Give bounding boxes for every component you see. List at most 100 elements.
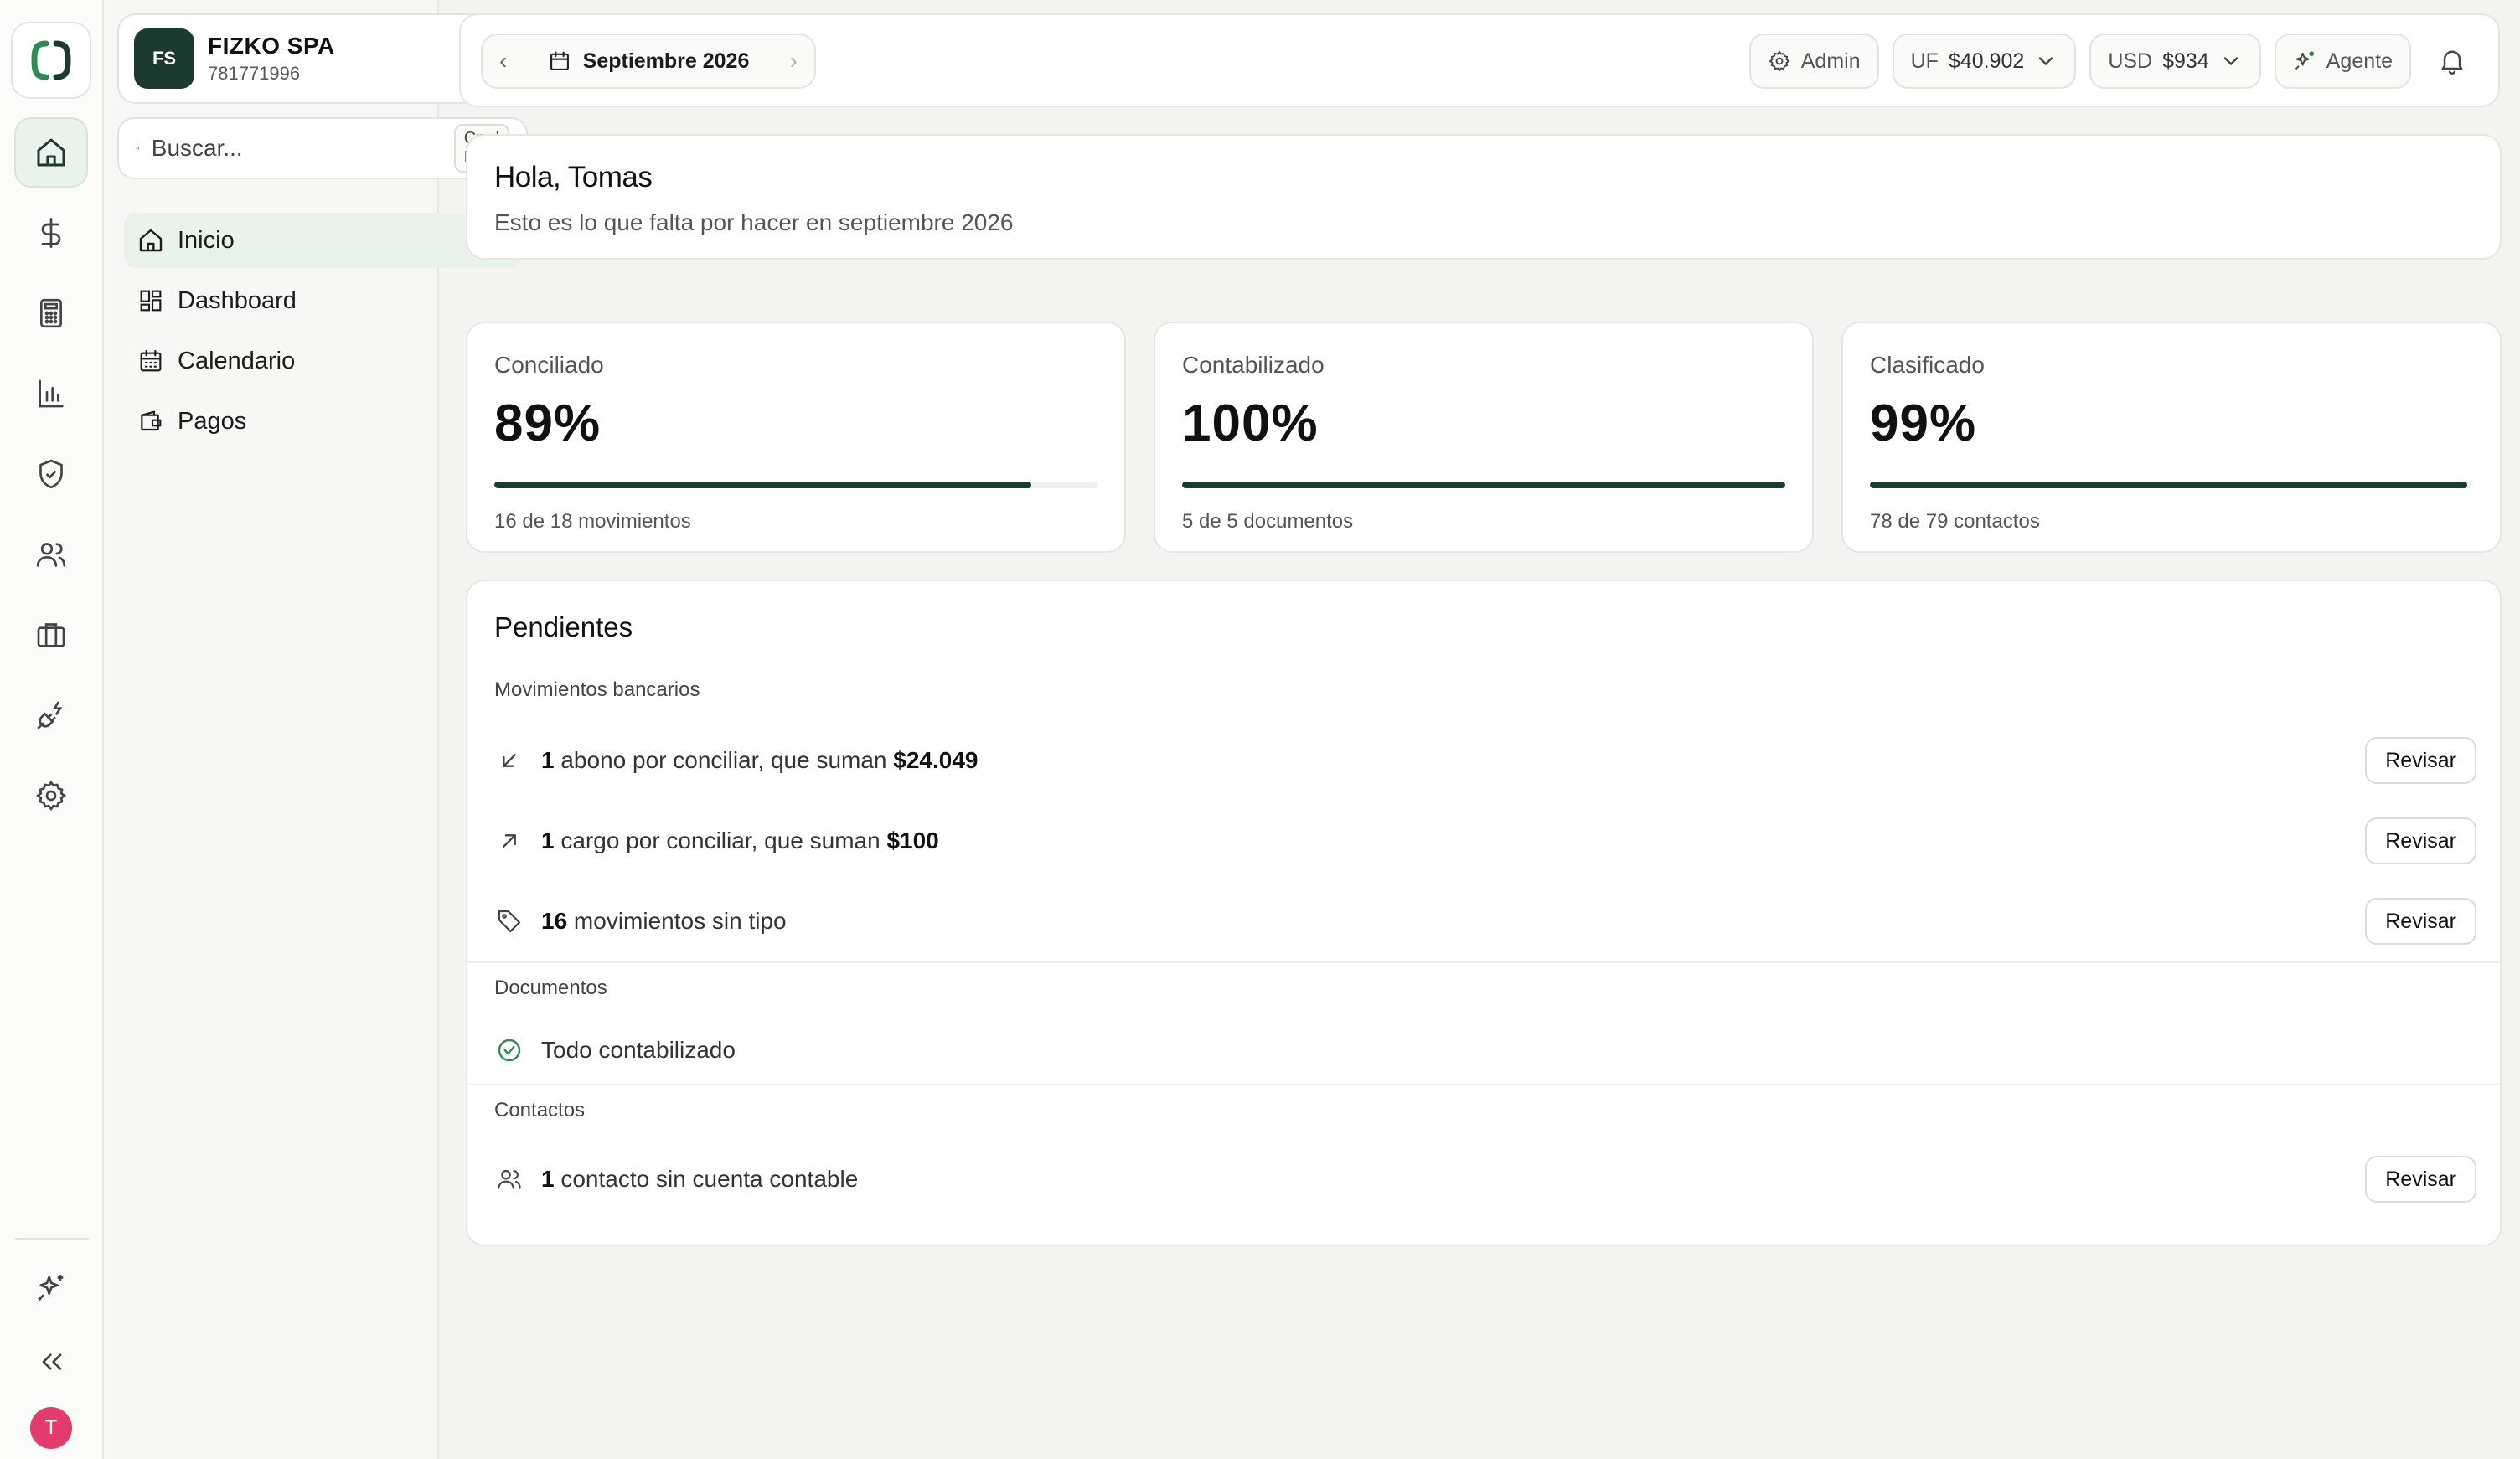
- collapse-sidebar-button[interactable]: [15, 1327, 89, 1397]
- plug-icon: [37, 701, 63, 730]
- logo-icon: [31, 40, 71, 80]
- usd-value: $934: [2162, 49, 2209, 73]
- arrow-up-right-icon: [503, 834, 516, 848]
- agent-label: Agente: [2326, 49, 2393, 73]
- sidebar-item-label: Calendario: [178, 347, 296, 374]
- review-button[interactable]: Revisar: [2365, 1156, 2476, 1203]
- progress-bar: [1870, 482, 2473, 488]
- pending-row-text: 1 cargo por conciliar, que suman $100: [541, 827, 939, 853]
- pending-row-text: 16 movimientos sin tipo: [541, 908, 787, 934]
- calendar-icon: [140, 349, 162, 372]
- dollar-icon: [41, 218, 61, 248]
- stat-footer: 78 de 79 contactos: [1870, 510, 2040, 533]
- rail-home-button[interactable]: [14, 117, 88, 188]
- stat-value: 89%: [494, 394, 602, 452]
- section-label-bancarios: Movimientos bancarios: [494, 678, 700, 701]
- icon-rail: T: [0, 0, 104, 1459]
- search-input[interactable]: [151, 135, 454, 162]
- progress-fill: [1182, 482, 1785, 488]
- sidebar-item-label: Inicio: [178, 226, 235, 254]
- pending-title: Pendientes: [494, 611, 633, 642]
- section-label-contactos: Contactos: [494, 1099, 586, 1121]
- home-icon: [139, 229, 163, 252]
- progress-bar: [1182, 482, 1785, 488]
- rail-business-button[interactable]: [14, 600, 88, 670]
- review-button[interactable]: Revisar: [2365, 898, 2476, 945]
- pending-row-sin-tipo: 16 movimientos sin tipo Revisar: [494, 894, 2476, 948]
- stat-card-conciliado: Conciliado 89% 16 de 18 movimientos: [466, 322, 1126, 553]
- tag-icon: [498, 910, 521, 933]
- pending-row-text: 1 contacto sin cuenta contable: [541, 1166, 859, 1192]
- pending-row-contacto: 1 contacto sin cuenta contable Revisar: [494, 1152, 2476, 1206]
- gear-icon: [35, 780, 67, 812]
- section-label-documentos: Documentos: [494, 977, 607, 999]
- section-divider: [467, 1084, 2500, 1085]
- section-divider: [467, 961, 2500, 963]
- stat-label: Clasificado: [1870, 352, 1985, 378]
- uf-indicator[interactable]: UF $40.902: [1892, 34, 2077, 89]
- chevron-down-icon: [2039, 57, 2053, 66]
- uf-label: UF: [1910, 49, 1939, 73]
- role-button[interactable]: Admin: [1748, 34, 1879, 89]
- pending-row-documentos: Todo contabilizado: [494, 1023, 2476, 1077]
- sparkles-icon: [38, 1275, 64, 1302]
- rail-calculator-button[interactable]: [14, 278, 88, 348]
- pending-row-text: 1 abono por conciliar, que suman $24.049: [541, 747, 979, 773]
- rail-contacts-button[interactable]: [14, 519, 88, 590]
- stat-label: Conciliado: [494, 352, 604, 378]
- pending-row-cargo: 1 cargo por conciliar, que suman $100 Re…: [494, 814, 2476, 868]
- search-icon: [136, 147, 140, 150]
- rail-ai-button[interactable]: [15, 1253, 89, 1323]
- documents-status: Todo contabilizado: [541, 1037, 736, 1063]
- bar-chart-icon: [39, 379, 64, 408]
- home-icon: [37, 138, 65, 167]
- review-button[interactable]: Revisar: [2365, 737, 2476, 784]
- previous-month-button[interactable]: ‹: [499, 48, 507, 75]
- bell-icon: [2441, 50, 2463, 75]
- user-avatar[interactable]: T: [30, 1407, 72, 1449]
- chevron-down-icon: [2223, 57, 2238, 66]
- stat-footer: 5 de 5 documentos: [1182, 510, 1354, 533]
- stat-card-clasificado: Clasificado 99% 78 de 79 contactos: [1841, 322, 2502, 553]
- main-content: ‹ Septiembre 2026 › Admin UF $40.902 USD…: [441, 0, 2520, 1459]
- greeting-subtitle: Esto es lo que falta por hacer en septie…: [494, 209, 1014, 235]
- progress-fill: [1870, 482, 2467, 488]
- progress-bar: [494, 482, 1097, 488]
- stat-label: Contabilizado: [1182, 352, 1325, 378]
- pending-card: Pendientes Movimientos bancarios 1 abono…: [466, 580, 2502, 1246]
- rail-reports-button[interactable]: [14, 358, 88, 429]
- sidebar-item-label: Pagos: [178, 407, 247, 435]
- rail-finance-button[interactable]: [14, 198, 88, 268]
- stat-value: 99%: [1870, 394, 1977, 452]
- next-month-button[interactable]: ›: [790, 48, 798, 75]
- stat-value: 100%: [1182, 394, 1319, 452]
- arrow-down-left-icon: [503, 754, 516, 767]
- calculator-icon: [40, 298, 62, 328]
- notifications-button[interactable]: [2424, 34, 2480, 89]
- app-logo[interactable]: [11, 22, 91, 99]
- role-label: Admin: [1800, 49, 1861, 73]
- month-selector: ‹ Septiembre 2026 ›: [481, 34, 816, 89]
- current-month[interactable]: Septiembre 2026: [583, 49, 750, 74]
- uf-value: $40.902: [1948, 49, 2025, 73]
- agent-button[interactable]: Agente: [2274, 34, 2411, 89]
- rail-divider: [15, 1238, 89, 1240]
- rail-compliance-button[interactable]: [14, 439, 88, 509]
- rail-settings-button[interactable]: [14, 760, 88, 831]
- progress-fill: [494, 482, 1031, 488]
- calendar-icon: [550, 51, 569, 70]
- briefcase-icon: [37, 623, 65, 647]
- wallet-icon: [141, 410, 162, 431]
- users-icon: [498, 1169, 521, 1189]
- gear-icon: [1769, 50, 1790, 72]
- review-button[interactable]: Revisar: [2365, 817, 2476, 864]
- greeting-title: Hola, Tomas: [494, 161, 653, 193]
- company-badge: FS: [134, 28, 194, 89]
- check-circle-icon: [498, 1039, 521, 1062]
- sidebar-item-label: Dashboard: [178, 286, 297, 314]
- rail-integrations-button[interactable]: [14, 680, 88, 750]
- usd-indicator[interactable]: USD $934: [2089, 34, 2261, 89]
- shield-check-icon: [39, 459, 63, 489]
- collapse-icon: [42, 1353, 62, 1370]
- stat-footer: 16 de 18 movimientos: [494, 510, 691, 533]
